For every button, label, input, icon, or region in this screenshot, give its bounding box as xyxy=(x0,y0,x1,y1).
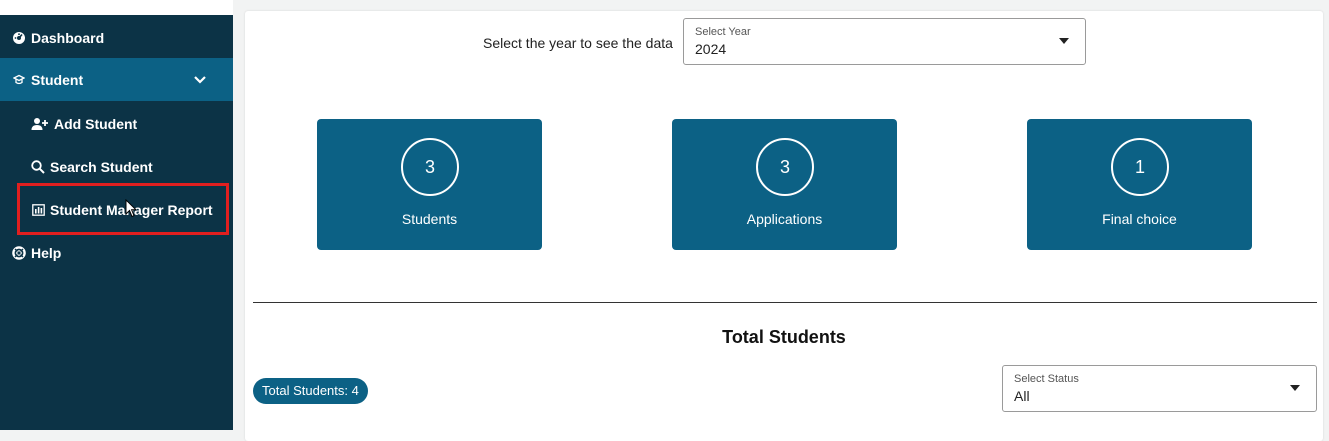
stat-label: Students xyxy=(401,211,458,227)
sidebar-item-label: Dashboard xyxy=(31,29,105,46)
total-students-badge: Total Students: 4 xyxy=(253,378,368,404)
stat-card-students: 3 Students xyxy=(317,119,542,250)
year-select[interactable]: Select Year 2024 xyxy=(683,18,1086,65)
year-select-value: 2024 xyxy=(695,41,727,57)
sidebar-item-label: Add Student xyxy=(54,115,138,132)
sidebar-item-help[interactable]: Help xyxy=(0,231,233,274)
search-icon xyxy=(31,159,45,174)
dropdown-arrow-icon xyxy=(1290,385,1300,391)
sidebar-item-student[interactable]: Student xyxy=(0,58,233,101)
add-user-icon xyxy=(31,117,49,131)
sidebar-item-search-student[interactable]: Search Student xyxy=(0,145,233,188)
chevron-down-icon[interactable] xyxy=(193,72,207,88)
sidebar-item-label: Search Student xyxy=(50,158,153,175)
sidebar-item-label: Help xyxy=(31,244,62,261)
stat-card-applications: 3 Applications xyxy=(672,119,897,250)
year-prompt: Select the year to see the data xyxy=(483,35,673,51)
dashboard-icon xyxy=(12,31,26,45)
status-select[interactable]: Select Status All xyxy=(1002,365,1317,412)
sidebar: Dashboard Student Add Student Search Stu… xyxy=(0,0,233,430)
student-cap-icon xyxy=(12,73,26,87)
dropdown-arrow-icon xyxy=(1059,38,1069,44)
stat-card-final-choice: 1 Final choice xyxy=(1027,119,1252,250)
section-divider xyxy=(253,302,1317,303)
stat-value: 1 xyxy=(1111,138,1169,196)
main-panel: Select the year to see the data Select Y… xyxy=(245,11,1323,441)
status-select-value: All xyxy=(1014,388,1030,404)
highlight-annotation-box xyxy=(17,183,229,235)
year-select-label: Select Year xyxy=(695,26,751,38)
section-title: Total Students xyxy=(722,327,846,347)
sidebar-top-strip xyxy=(0,0,233,15)
sidebar-item-add-student[interactable]: Add Student xyxy=(0,102,233,145)
mouse-cursor-icon xyxy=(125,198,138,223)
stat-label: Final choice xyxy=(1102,211,1177,227)
sidebar-item-label: Student xyxy=(31,71,84,88)
stat-label: Applications xyxy=(746,211,823,227)
stat-value: 3 xyxy=(401,138,459,196)
status-select-label: Select Status xyxy=(1014,373,1079,385)
sidebar-item-dashboard[interactable]: Dashboard xyxy=(0,16,233,59)
stat-value: 3 xyxy=(756,138,814,196)
lifebuoy-icon xyxy=(12,245,26,260)
